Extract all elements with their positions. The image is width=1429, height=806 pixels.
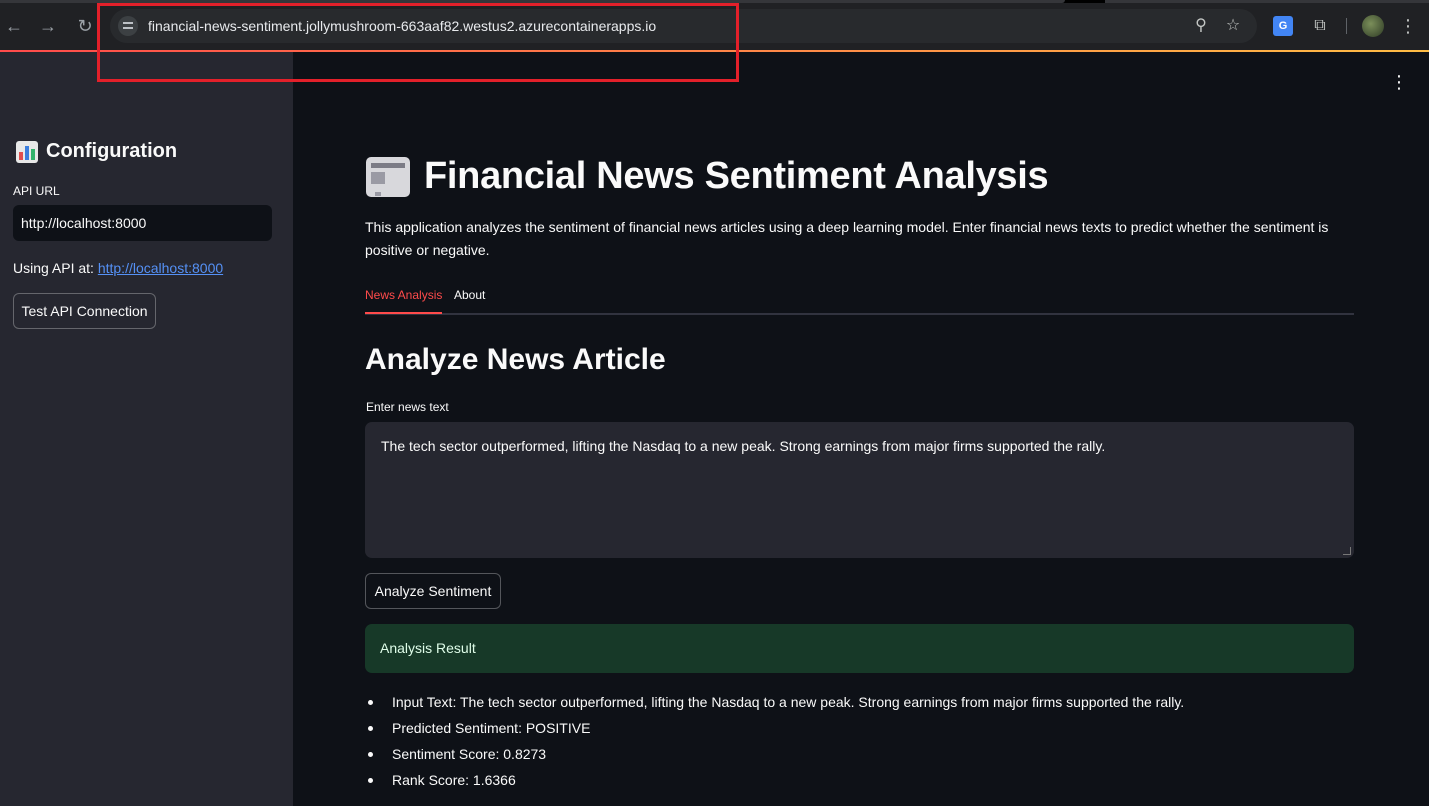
- test-api-connection-button[interactable]: Test API Connection: [13, 293, 156, 329]
- result-input-text: Input Text: The tech sector outperformed…: [366, 692, 1184, 718]
- result-list: Input Text: The tech sector outperformed…: [366, 692, 1184, 796]
- section-heading: Analyze News Article: [365, 343, 666, 376]
- back-icon[interactable]: ←: [2, 14, 26, 38]
- address-bar[interactable]: financial-news-sentiment.jollymushroom-6…: [110, 9, 1257, 43]
- tab-strip: [0, 0, 1429, 3]
- api-status-prefix: Using API at:: [13, 260, 98, 276]
- api-url-label: API URL: [13, 184, 60, 198]
- resize-handle[interactable]: [1343, 547, 1351, 555]
- url-text[interactable]: financial-news-sentiment.jollymushroom-6…: [148, 18, 656, 34]
- toolbar-divider: [1346, 18, 1347, 34]
- sidebar-title-text: Configuration: [46, 140, 178, 162]
- translate-extension-icon[interactable]: G: [1273, 16, 1293, 36]
- browser-menu-icon[interactable]: ⋮: [1398, 16, 1418, 36]
- news-text-input[interactable]: The tech sector outperformed, lifting th…: [365, 422, 1354, 558]
- api-status-text: Using API at: http://localhost:8000: [13, 260, 223, 276]
- analysis-result-banner: Analysis Result: [365, 624, 1354, 673]
- api-url-input[interactable]: http://localhost:8000: [13, 205, 272, 241]
- bookmark-star-icon[interactable]: ☆: [1224, 17, 1242, 35]
- tab-news-analysis[interactable]: News Analysis: [365, 288, 443, 314]
- result-predicted-sentiment: Predicted Sentiment: POSITIVE: [366, 718, 1184, 744]
- page-title: Financial News Sentiment Analysis: [366, 155, 1049, 198]
- zoom-icon[interactable]: ⚲: [1192, 17, 1210, 35]
- app-description: This application analyzes the sentiment …: [365, 219, 1329, 258]
- page-title-text: Financial News Sentiment Analysis: [424, 155, 1049, 197]
- bar-chart-icon: [16, 140, 38, 163]
- browser-chrome: ← → ↻ financial-news-sentiment.jollymush…: [0, 0, 1429, 52]
- result-sentiment-score: Sentiment Score: 0.8273: [366, 744, 1184, 770]
- analyze-sentiment-button[interactable]: Analyze Sentiment: [365, 573, 501, 609]
- sidebar: Configuration API URL http://localhost:8…: [0, 52, 293, 806]
- app-menu-icon[interactable]: ⋮: [1390, 72, 1408, 93]
- news-text-value[interactable]: The tech sector outperformed, lifting th…: [381, 438, 1105, 454]
- sidebar-title: Configuration: [16, 140, 177, 163]
- forward-icon[interactable]: →: [36, 14, 60, 38]
- newspaper-icon: [366, 156, 410, 197]
- news-text-label: Enter news text: [366, 400, 449, 414]
- result-rank-score: Rank Score: 1.6366: [366, 770, 1184, 796]
- reload-icon[interactable]: ↻: [73, 14, 97, 38]
- site-settings-icon[interactable]: [118, 16, 138, 36]
- tab-bar: News Analysis About: [365, 280, 1354, 315]
- tab-about[interactable]: About: [454, 288, 485, 312]
- extensions-puzzle-icon[interactable]: ⧉: [1310, 16, 1330, 36]
- api-url-link[interactable]: http://localhost:8000: [98, 260, 223, 276]
- profile-avatar[interactable]: [1362, 15, 1384, 37]
